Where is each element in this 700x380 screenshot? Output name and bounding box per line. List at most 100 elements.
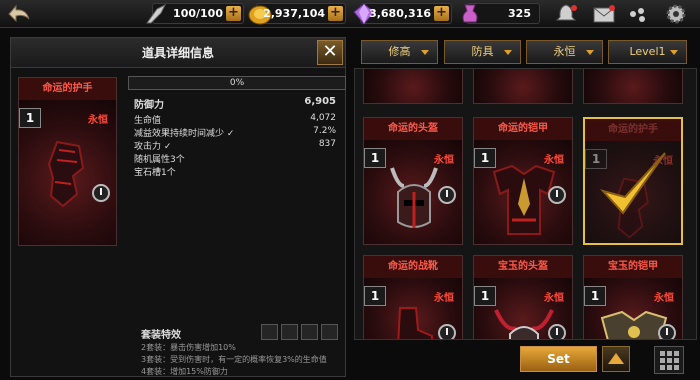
add-gem-button[interactable]: + [434, 6, 449, 21]
helmet-icon [494, 309, 554, 339]
add-stamina-button[interactable]: + [226, 6, 241, 21]
main-stat-row: 防御力 6,905 [134, 96, 346, 111]
item-info-button[interactable]: I [92, 184, 110, 202]
stamina-counter: 100/100 + [146, 3, 244, 24]
gear-icon[interactable] [664, 3, 688, 25]
substat-row: 减益效果持续时间减少 ✓ 7.2% [134, 126, 346, 139]
enhance-progress-bar: 0% [128, 76, 346, 90]
set-slot[interactable] [301, 324, 318, 340]
substat-label: 宝石槽1个 [134, 168, 176, 178]
panel-title: 道具详细信息 [11, 38, 345, 68]
item-card-partial[interactable] [583, 69, 683, 104]
chevron-down-icon [504, 50, 512, 55]
back-arrow-icon[interactable] [6, 3, 32, 25]
gold-value: 2,937,104 [263, 7, 325, 20]
chevron-down-icon [421, 50, 429, 55]
set-effect-line: 3套装：受到伤害时，有一定的概率恢复3%的生命值 [141, 355, 327, 364]
substat-row: 生命值 4,072 [134, 113, 346, 126]
item-name: 命运的头盔 [364, 118, 462, 140]
item-level: 1 [364, 286, 386, 306]
item-name: 宝玉的头盔 [474, 256, 572, 278]
potion-value: 325 [508, 7, 531, 20]
substat-row: 随机属性3个 [134, 152, 346, 165]
grid-view-button[interactable] [654, 346, 684, 374]
item-card[interactable]: 宝玉的铠甲 1 永恒 I [583, 255, 683, 339]
set-effect-line: 4套装：增加15%防御力 [141, 367, 228, 376]
item-card-partial[interactable] [473, 69, 573, 104]
stamina-value: 100/100 [173, 7, 223, 20]
chevron-down-icon [670, 50, 678, 55]
potion-counter: 325 [462, 3, 540, 24]
item-info-button[interactable]: I [658, 324, 676, 339]
item-name: 宝玉的铠甲 [584, 256, 682, 278]
item-name: 命运的护手 [585, 119, 681, 141]
gauntlet-icon [47, 140, 85, 208]
bell-icon[interactable] [554, 3, 578, 25]
item-card[interactable]: 命运的战靴 1 永恒 I [363, 255, 463, 339]
item-info-button[interactable]: I [438, 324, 456, 339]
item-card[interactable]: 命运的铠甲 1 永恒 I [473, 117, 573, 245]
item-card[interactable]: 命运的头盔 1 永恒 I [363, 117, 463, 245]
checkmark-icon [599, 152, 666, 215]
item-tier: 永恒 [654, 293, 674, 304]
potion-icon [462, 4, 478, 23]
scroll-up-button[interactable] [602, 346, 630, 372]
item-info-button[interactable]: I [438, 186, 456, 204]
set-slot[interactable] [281, 324, 298, 340]
substat-row: 攻击力 ✓ 837 [134, 139, 346, 152]
main-stat-value: 6,905 [304, 96, 336, 107]
substat-value: 4,072 [310, 113, 336, 123]
item-name: 命运的铠甲 [474, 118, 572, 140]
dropdown-label: 防具 [471, 45, 494, 58]
top-bar: 100/100 + 2,937,104 + 3,680,316 + 325 [0, 0, 700, 28]
gem-value: 3,680,316 [369, 7, 431, 20]
substat-value: 837 [318, 139, 336, 149]
chat-icon[interactable] [626, 3, 650, 25]
grade-filter-dropdown[interactable]: 修高 [361, 40, 438, 64]
arrow-up-icon [608, 353, 624, 364]
armor-icon [492, 164, 556, 235]
item-level: 1 [584, 286, 606, 306]
substat-label: 减益效果持续时间减少 ✓ [134, 129, 235, 139]
item-info-button[interactable]: I [548, 324, 566, 339]
set-button[interactable]: Set [520, 346, 597, 372]
boots-icon [397, 307, 433, 339]
item-name: 命运的战靴 [364, 256, 462, 278]
dropdown-label: 永恒 [553, 45, 576, 58]
item-level: 1 [19, 108, 41, 128]
substat-label: 生命值 [134, 116, 162, 126]
stamina-icon [146, 3, 167, 24]
set-slot[interactable] [321, 324, 338, 340]
item-detail-panel: 道具详细信息 ✕ 命运的护手 1 永恒 I 0% 防御力 6,905 生命值 4,… [10, 37, 346, 377]
item-card-partial[interactable] [363, 69, 463, 104]
dropdown-label: 修高 [388, 45, 411, 58]
tier-filter-dropdown[interactable]: 永恒 [526, 40, 603, 64]
item-tier: 永恒 [88, 115, 108, 126]
item-tier: 永恒 [544, 293, 564, 304]
item-preview-card: 命运的护手 1 永恒 I [18, 77, 117, 246]
chevron-down-icon [586, 50, 594, 55]
set-slot[interactable] [261, 324, 278, 340]
main-stat-label: 防御力 [134, 100, 164, 111]
item-name: 命运的护手 [19, 78, 116, 100]
set-effect-title: 套装特效 [141, 330, 181, 341]
helmet-icon [390, 167, 438, 228]
substat-value: 7.2% [313, 126, 336, 136]
set-effect-line: 2套装：暴击伤害增加10% [141, 343, 236, 352]
dropdown-label: Level1 [629, 45, 666, 58]
substat-row: 宝石槽1个 [134, 165, 346, 178]
item-info-button[interactable]: I [548, 186, 566, 204]
substat-label: 随机属性3个 [134, 155, 185, 165]
type-filter-dropdown[interactable]: 防具 [444, 40, 521, 64]
item-tier: 永恒 [434, 293, 454, 304]
grid-view-icon [660, 351, 679, 370]
item-level: 1 [474, 286, 496, 306]
item-card[interactable]: 宝玉的头盔 1 永恒 I [473, 255, 573, 339]
item-card-selected[interactable]: 命运的护手 1 永恒 [583, 117, 683, 245]
add-gold-button[interactable]: + [328, 6, 343, 21]
close-button[interactable]: ✕ [317, 40, 343, 65]
mail-icon[interactable] [592, 3, 616, 25]
item-grid[interactable]: 命运的头盔 1 永恒 I 命运的铠甲 1 永恒 I 命运的护手 1 永恒 命运的… [354, 68, 697, 340]
level-filter-dropdown[interactable]: Level1 [608, 40, 687, 64]
gold-counter: 2,937,104 + [248, 3, 346, 25]
